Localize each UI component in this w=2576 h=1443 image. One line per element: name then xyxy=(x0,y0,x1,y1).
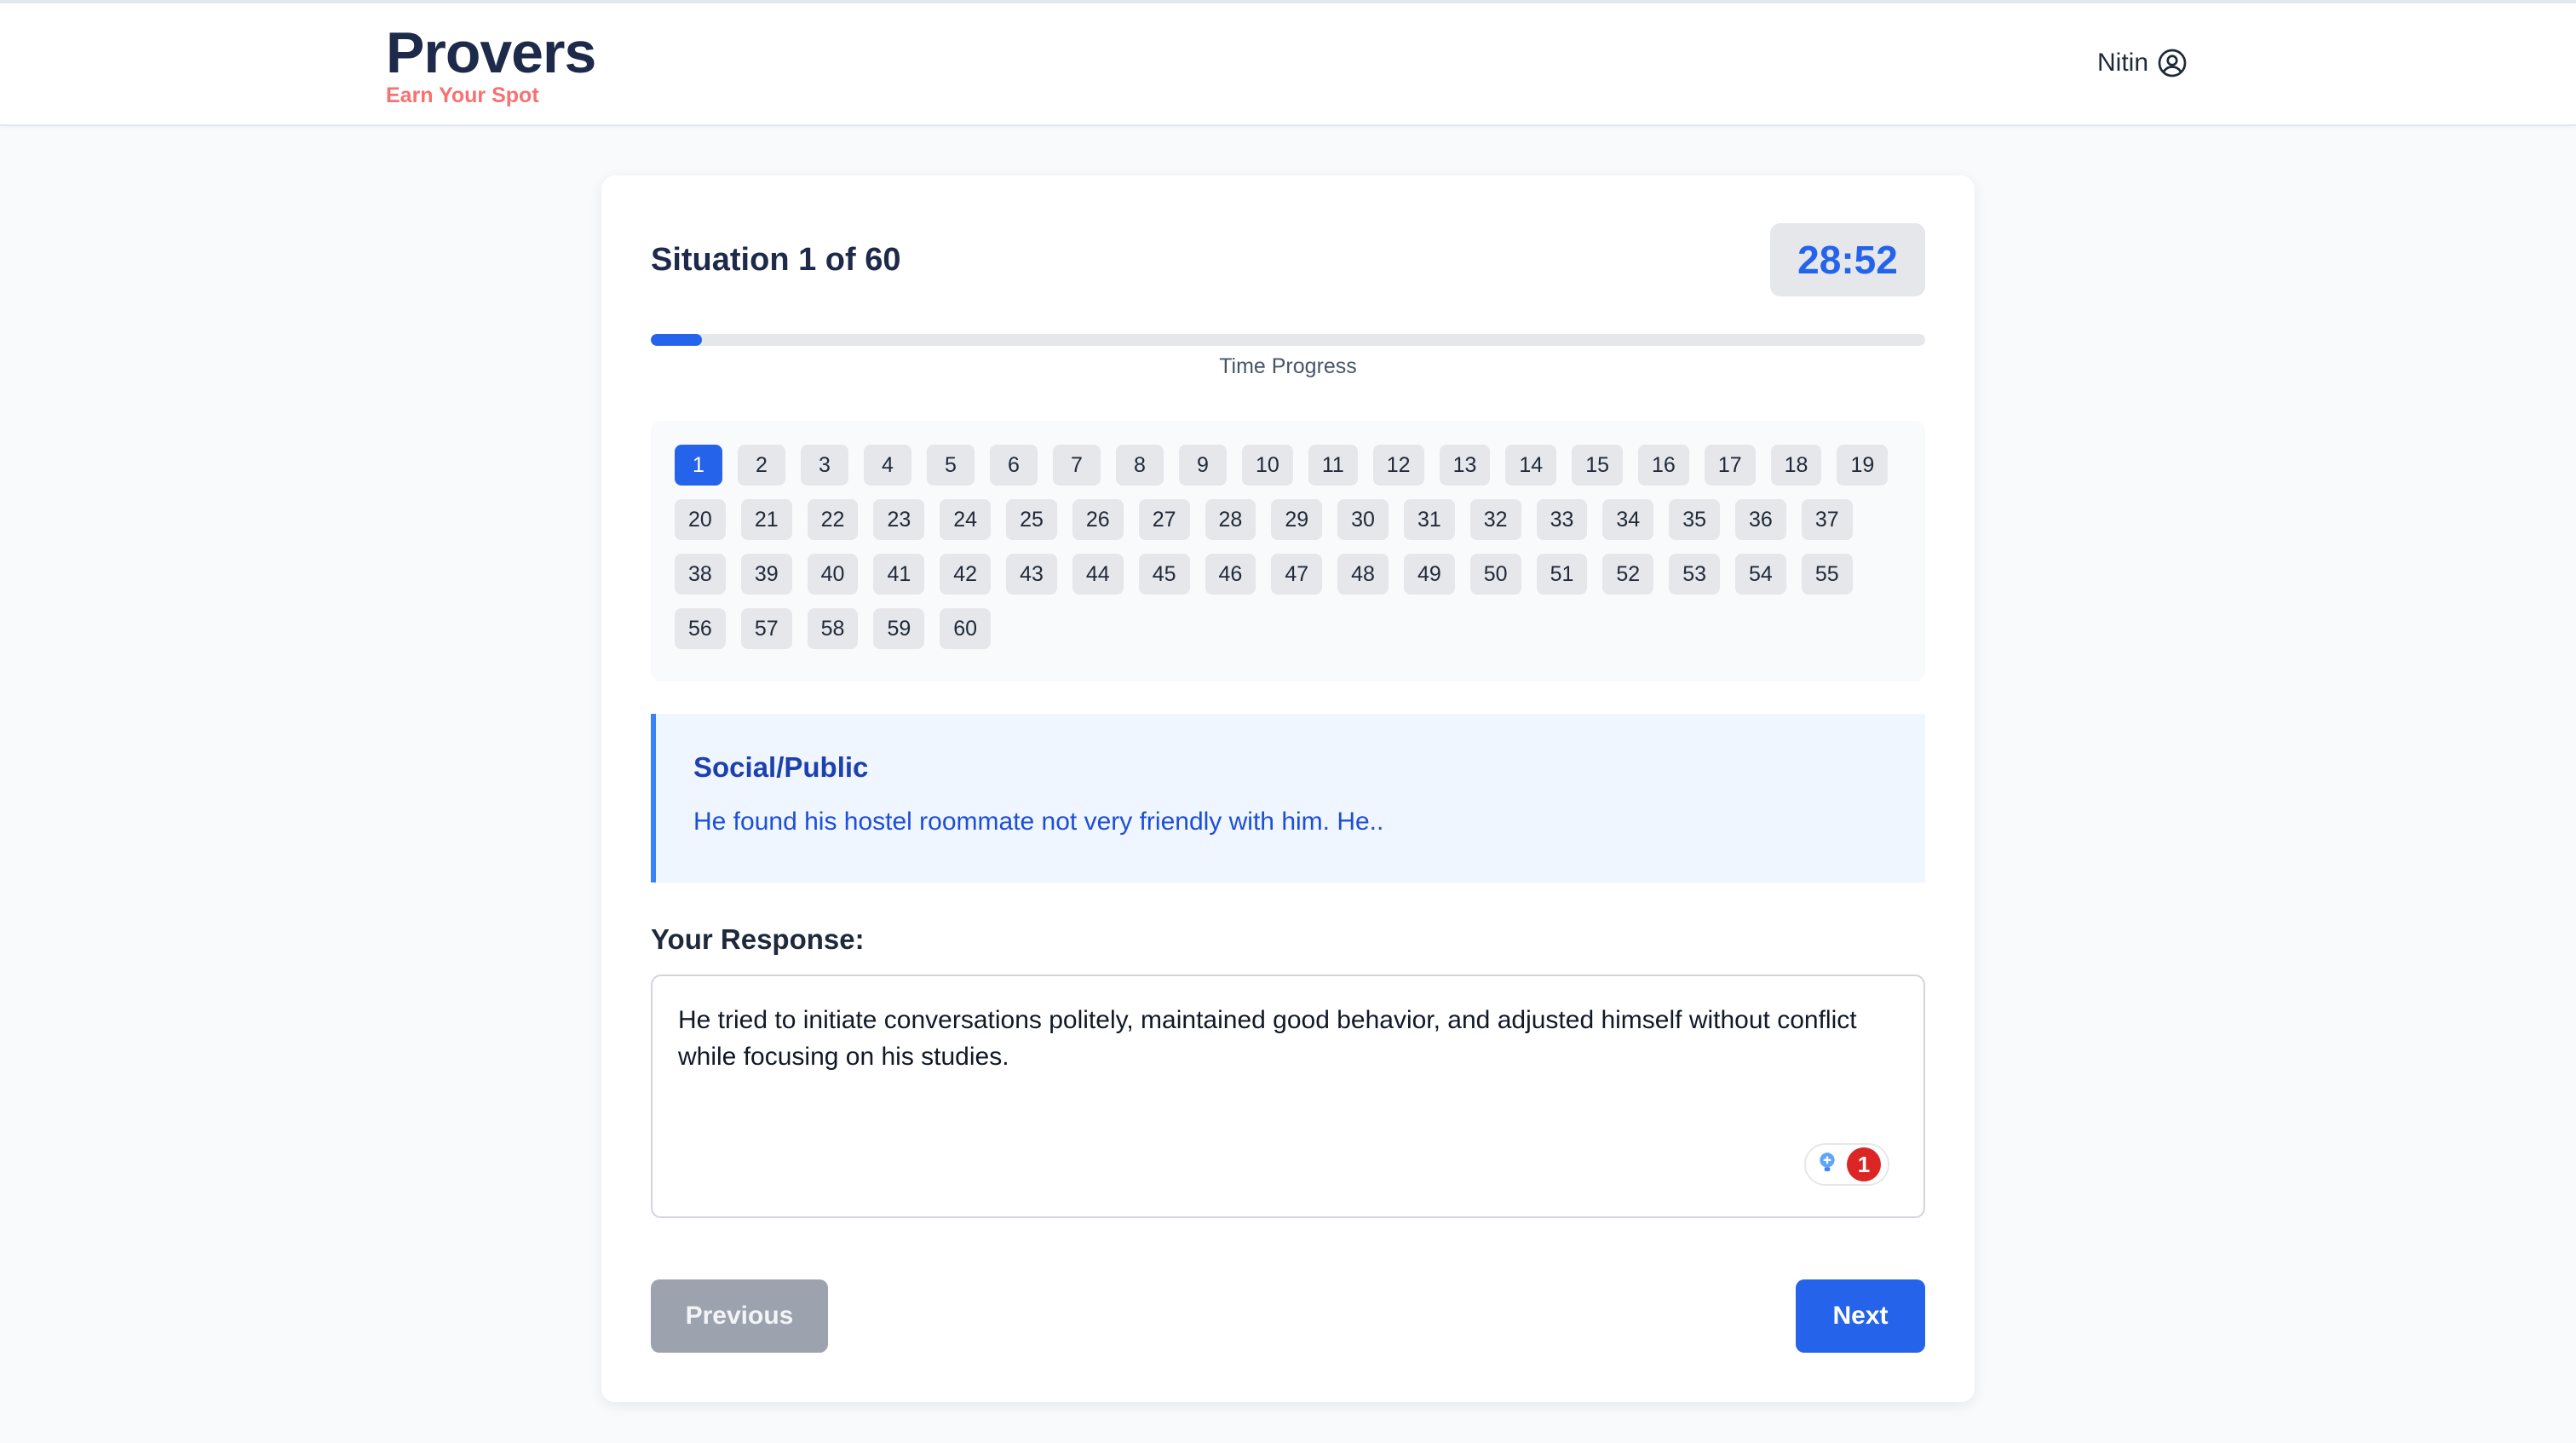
question-button[interactable]: 45 xyxy=(1138,554,1190,595)
question-button[interactable]: 55 xyxy=(1801,554,1853,595)
question-button[interactable]: 52 xyxy=(1602,554,1654,595)
question-button[interactable]: 53 xyxy=(1669,554,1720,595)
question-button[interactable]: 57 xyxy=(740,608,792,649)
question-button[interactable]: 9 xyxy=(1179,445,1227,486)
question-button[interactable]: 30 xyxy=(1337,499,1389,540)
question-button[interactable]: 26 xyxy=(1072,499,1124,540)
question-button[interactable]: 11 xyxy=(1308,445,1358,486)
question-button[interactable]: 24 xyxy=(940,499,992,540)
countdown-timer: 28:52 xyxy=(1770,223,1925,296)
brand-tagline: Earn Your Spot xyxy=(386,83,539,107)
question-button[interactable]: 13 xyxy=(1439,445,1491,486)
response-label: Your Response: xyxy=(651,923,865,955)
question-button[interactable]: 18 xyxy=(1770,445,1822,486)
question-button[interactable]: 36 xyxy=(1735,499,1786,540)
time-progress-fill xyxy=(651,334,702,346)
question-button[interactable]: 5 xyxy=(927,445,975,486)
question-button[interactable]: 8 xyxy=(1116,445,1164,486)
question-button[interactable]: 27 xyxy=(1138,499,1190,540)
question-button[interactable]: 14 xyxy=(1505,445,1557,486)
question-button[interactable]: 2 xyxy=(738,445,785,486)
time-progress-label: Time Progress xyxy=(1219,354,1357,378)
question-button[interactable]: 47 xyxy=(1271,554,1323,595)
question-button[interactable]: 46 xyxy=(1205,554,1256,595)
brand-name: Provers xyxy=(386,20,596,85)
question-button[interactable]: 43 xyxy=(1006,554,1057,595)
question-button[interactable]: 34 xyxy=(1602,499,1654,540)
grammarly-widget[interactable]: 1 xyxy=(1804,1143,1889,1186)
question-button[interactable]: 10 xyxy=(1242,445,1293,486)
question-button[interactable]: 3 xyxy=(801,445,848,486)
question-button[interactable]: 56 xyxy=(675,608,726,649)
question-button[interactable]: 60 xyxy=(940,608,992,649)
question-button[interactable]: 40 xyxy=(807,554,859,595)
question-button[interactable]: 1 xyxy=(675,445,722,486)
question-button[interactable]: 17 xyxy=(1704,445,1756,486)
question-button[interactable]: 41 xyxy=(873,554,925,595)
next-button[interactable]: Next xyxy=(1796,1279,1925,1353)
question-button[interactable]: 29 xyxy=(1271,499,1323,540)
question-button[interactable]: 58 xyxy=(807,608,859,649)
question-button[interactable]: 22 xyxy=(807,499,859,540)
top-navbar: Provers Earn Your Spot Nitin xyxy=(0,0,2576,126)
user-menu[interactable]: Nitin xyxy=(2097,48,2188,78)
question-button[interactable]: 12 xyxy=(1372,445,1424,486)
question-button[interactable]: 44 xyxy=(1072,554,1124,595)
question-button[interactable]: 4 xyxy=(864,445,911,486)
question-button[interactable]: 15 xyxy=(1572,445,1624,486)
user-circle-icon xyxy=(2157,48,2188,78)
question-button[interactable]: 33 xyxy=(1536,499,1588,540)
question-button[interactable]: 19 xyxy=(1837,445,1889,486)
user-name: Nitin xyxy=(2096,49,2148,77)
question-button[interactable]: 48 xyxy=(1337,554,1389,595)
situation-category: Social/Public xyxy=(693,751,869,783)
grammar-issue-badge: 1 xyxy=(1847,1147,1881,1181)
question-button[interactable]: 39 xyxy=(740,554,792,595)
question-button[interactable]: 16 xyxy=(1638,445,1689,486)
question-button[interactable]: 42 xyxy=(940,554,992,595)
question-button[interactable]: 23 xyxy=(873,499,925,540)
question-button[interactable]: 51 xyxy=(1536,554,1588,595)
question-button[interactable]: 59 xyxy=(873,608,925,649)
brand-logo[interactable]: Provers Earn Your Spot xyxy=(386,19,596,108)
question-button[interactable]: 31 xyxy=(1403,499,1455,540)
question-button[interactable]: 28 xyxy=(1205,499,1256,540)
time-progress-bar xyxy=(651,334,1925,346)
question-button[interactable]: 7 xyxy=(1053,445,1101,486)
question-button[interactable]: 32 xyxy=(1469,499,1521,540)
quiz-card: Situation 1 of 60 28:52 Time Progress 12… xyxy=(601,175,1975,1402)
situation-title: Situation 1 of 60 xyxy=(651,242,901,278)
question-button[interactable]: 38 xyxy=(675,554,726,595)
previous-button[interactable]: Previous xyxy=(651,1279,828,1353)
question-button[interactable]: 37 xyxy=(1801,499,1853,540)
grammarly-icon xyxy=(1816,1147,1838,1183)
situation-box: Social/Public He found his hostel roomma… xyxy=(651,714,1925,882)
question-button[interactable]: 50 xyxy=(1469,554,1521,595)
response-text: He tried to initiate conversations polit… xyxy=(678,1006,1857,1071)
question-button[interactable]: 54 xyxy=(1735,554,1786,595)
question-button[interactable]: 20 xyxy=(675,499,726,540)
question-button[interactable]: 49 xyxy=(1403,554,1455,595)
question-button[interactable]: 6 xyxy=(990,445,1038,486)
response-textarea[interactable]: He tried to initiate conversations polit… xyxy=(651,974,1925,1218)
question-button[interactable]: 21 xyxy=(740,499,792,540)
question-navigator: 1 2 3 4 5 6 7 8 9 10 11 12 13 14 15 16 17 18 19 20 21 22 23 24 2… xyxy=(651,421,1925,681)
question-button[interactable]: 35 xyxy=(1669,499,1720,540)
question-button[interactable]: 25 xyxy=(1006,499,1057,540)
situation-text: He found his hostel roommate not very fr… xyxy=(693,808,1384,836)
